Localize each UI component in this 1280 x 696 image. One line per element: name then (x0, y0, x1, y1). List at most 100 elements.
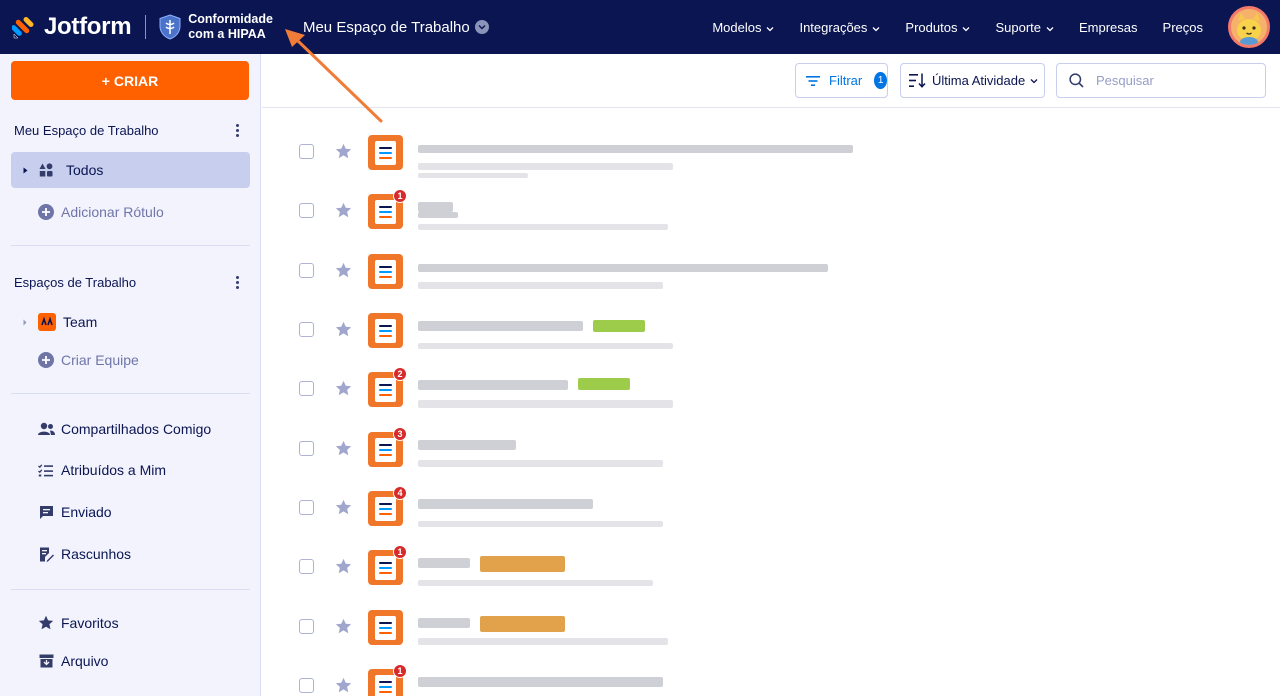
caret-right-icon (21, 167, 29, 174)
sidebar-item-archive[interactable]: Arquivo (11, 643, 250, 679)
favorite-star-icon[interactable] (335, 143, 352, 165)
cat-avatar-icon (1231, 9, 1267, 45)
favorite-star-icon[interactable] (335, 262, 352, 284)
sidebar-item-team-label: Team (63, 314, 98, 330)
favorite-star-icon[interactable] (335, 677, 352, 696)
add-label-text: Adicionar Rótulo (61, 204, 164, 220)
sidebar-item-archive-label: Arquivo (61, 653, 109, 669)
my-workspace-more-icon[interactable] (236, 124, 240, 139)
redacted-form-meta (418, 224, 668, 230)
nav-modelos-label: Modelos (712, 19, 762, 35)
unread-count-badge: 1 (393, 189, 407, 203)
form-row[interactable]: 4 (262, 477, 1280, 536)
sidebar-divider (11, 245, 250, 246)
form-row[interactable] (262, 240, 1280, 299)
workspace-switcher-label: Meu Espaço de Trabalho (302, 18, 470, 36)
redacted-form-title (418, 558, 470, 568)
team-logo-icon (38, 313, 56, 331)
form-row[interactable] (262, 596, 1280, 655)
nav-precos-label: Preços (1162, 19, 1203, 35)
users-icon (38, 422, 55, 436)
form-row[interactable]: 2 (262, 358, 1280, 417)
search-input[interactable] (1096, 73, 1246, 88)
redacted-form-title (418, 264, 828, 272)
sidebar-item-favorites-label: Favoritos (61, 615, 119, 631)
sidebar-item-shared[interactable]: Compartilhados Comigo (11, 411, 250, 447)
filter-label: Filtrar (829, 73, 863, 88)
redacted-form-meta (418, 173, 528, 178)
form-icon (368, 610, 403, 645)
row-checkbox[interactable] (299, 559, 314, 574)
nav-precos[interactable]: Preços (1163, 20, 1203, 35)
checklist-icon (38, 463, 53, 477)
plus-circle-icon (38, 352, 54, 368)
form-row[interactable] (262, 299, 1280, 358)
favorite-star-icon[interactable] (335, 202, 352, 224)
form-row[interactable] (262, 121, 1280, 180)
list-toolbar: Filtrar 1 Última Atividade (262, 54, 1280, 108)
form-row[interactable]: 3 (262, 418, 1280, 477)
nav-suporte[interactable]: Suporte (995, 20, 1054, 35)
user-avatar[interactable] (1228, 6, 1270, 48)
nav-empresas-label: Empresas (1079, 19, 1138, 35)
search-box[interactable] (1056, 63, 1266, 98)
row-checkbox[interactable] (299, 441, 314, 456)
shield-icon (158, 14, 182, 40)
sidebar-item-drafts-label: Rascunhos (61, 546, 132, 562)
sidebar-item-sent[interactable]: Enviado (11, 494, 250, 530)
form-row[interactable]: 1 (262, 655, 1280, 696)
workspace-switcher[interactable]: Meu Espaço de Trabalho (303, 19, 489, 36)
workspaces-heading: Espaços de Trabalho (14, 275, 137, 290)
favorite-star-icon[interactable] (335, 321, 352, 343)
filter-button[interactable]: Filtrar 1 (795, 63, 888, 98)
chevron-down-icon (766, 20, 774, 35)
redacted-form-title (418, 145, 853, 153)
hipaa-compliance-badge[interactable]: Conformidade com a HIPAA (158, 12, 273, 42)
nav-suporte-label: Suporte (995, 19, 1041, 35)
nav-produtos[interactable]: Produtos (905, 20, 970, 35)
form-row[interactable]: 1 (262, 180, 1280, 239)
row-checkbox[interactable] (299, 500, 314, 515)
sidebar-item-favorites[interactable]: Favoritos (11, 605, 250, 641)
jotform-logo[interactable]: Jotform (11, 13, 132, 41)
brand-name: Jotform (44, 13, 132, 40)
sidebar-item-team[interactable]: Team (11, 304, 250, 340)
sidebar-item-all[interactable]: Todos (11, 152, 250, 188)
sort-dropdown[interactable]: Última Atividade (900, 63, 1045, 98)
form-icon (368, 254, 403, 289)
sidebar-item-assigned[interactable]: Atribuídos a Mim (11, 452, 250, 488)
favorite-star-icon[interactable] (335, 618, 352, 640)
row-checkbox[interactable] (299, 381, 314, 396)
sidebar-item-drafts[interactable]: Rascunhos (11, 536, 250, 572)
redacted-form-tag (593, 320, 645, 332)
row-checkbox[interactable] (299, 322, 314, 337)
sidebar-item-shared-label: Compartilhados Comigo (61, 421, 212, 437)
nav-empresas[interactable]: Empresas (1079, 20, 1138, 35)
nav-integracoes-label: Integrações (799, 19, 868, 35)
favorite-star-icon[interactable] (335, 380, 352, 402)
row-checkbox[interactable] (299, 203, 314, 218)
row-checkbox[interactable] (299, 678, 314, 693)
create-button[interactable]: + CRIAR (11, 61, 249, 100)
chevron-down-icon (474, 20, 489, 34)
row-checkbox[interactable] (299, 619, 314, 634)
workspaces-more-icon[interactable] (236, 276, 240, 291)
redacted-form-meta (418, 460, 663, 467)
sidebar-divider (11, 393, 250, 394)
row-checkbox[interactable] (299, 263, 314, 278)
form-row[interactable]: 1 (262, 536, 1280, 595)
chevron-down-icon (962, 20, 970, 35)
redacted-form-meta (418, 343, 673, 349)
message-icon (39, 505, 54, 520)
nav-modelos[interactable]: Modelos (712, 20, 774, 35)
redacted-form-meta (418, 282, 663, 289)
redacted-form-title (418, 380, 568, 390)
nav-integracoes[interactable]: Integrações (799, 20, 880, 35)
add-label-button[interactable]: Adicionar Rótulo (11, 194, 250, 230)
favorite-star-icon[interactable] (335, 558, 352, 580)
favorite-star-icon[interactable] (335, 440, 352, 462)
favorite-star-icon[interactable] (335, 499, 352, 521)
row-checkbox[interactable] (299, 144, 314, 159)
create-team-button[interactable]: Criar Equipe (11, 342, 250, 378)
sort-label: Última Atividade (932, 73, 1026, 88)
